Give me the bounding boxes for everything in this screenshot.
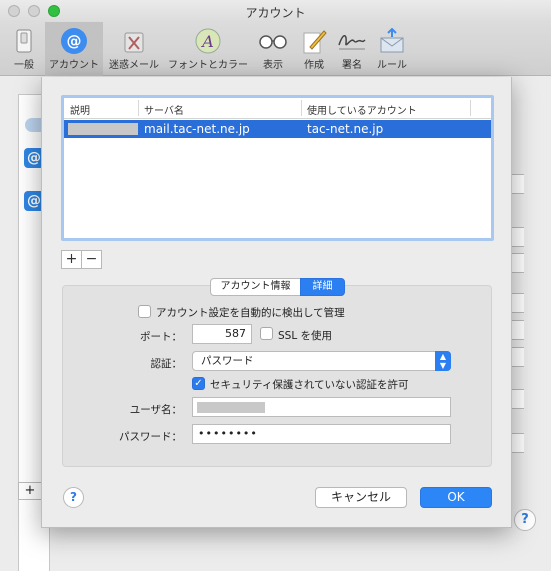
font-icon: A [193,26,223,56]
toolbar-item-fonts-colors[interactable]: A フォントとカラー [166,22,250,76]
column-divider [138,100,139,116]
port-input[interactable]: 587 [192,324,252,344]
description-cell [68,123,138,135]
tab-account-info[interactable]: アカウント情報 [210,278,301,296]
toolbar-item-rules[interactable]: ルール [373,22,411,76]
pencil-icon [299,26,329,56]
authentication-value: パスワード [201,355,254,367]
background-help-button[interactable]: ? [514,509,536,531]
background-field [510,433,524,453]
username-label: ユーザ名： [129,404,182,416]
column-header-account-in-use[interactable]: 使用しているアカウント [307,102,417,117]
svg-text:@: @ [67,32,82,50]
tab-advanced[interactable]: 詳細 [300,278,345,296]
background-field [510,347,524,367]
server-name-cell: mail.tac-net.ne.jp [144,122,250,136]
toolbar-item-general[interactable]: 一般 [5,22,43,76]
glasses-icon [258,26,288,56]
account-cell: tac-net.ne.jp [307,122,384,136]
background-field [510,389,524,409]
at-icon: @ [59,26,89,56]
signature-icon [337,26,367,56]
background-field [510,320,524,340]
chevron-updown-icon: ▲ ▼ [435,351,451,371]
ssl-checkbox[interactable] [260,327,273,340]
background-field [510,253,524,273]
add-server-button[interactable]: + [61,250,82,269]
auto-detect-checkbox[interactable] [138,305,151,318]
column-divider [301,100,302,116]
help-button[interactable]: ? [63,487,84,508]
table-row[interactable]: mail.tac-net.ne.jp tac-net.ne.jp [64,120,491,138]
switch-icon [9,26,39,56]
toolbar-item-composing[interactable]: 作成 [296,22,332,76]
background-field [510,227,524,247]
toolbar-item-accounts[interactable]: @ アカウント [45,22,103,76]
background-field [510,174,524,194]
toolbar-item-signatures[interactable]: 署名 [334,22,370,76]
cancel-button[interactable]: キャンセル [315,487,407,508]
port-label: ポート： [140,331,182,343]
smtp-server-sheet: 説明 サーバ名 使用しているアカウント mail.tac-net.ne.jp t… [41,77,512,528]
trash-icon [119,26,149,56]
insecure-auth-checkbox[interactable]: ✓ [192,377,205,390]
preferences-toolbar: 一般 @ アカウント 迷惑メール A フォントとカラー 表示 作成 署名 ルール [0,22,551,76]
smtp-server-table[interactable]: 説明 サーバ名 使用しているアカウント mail.tac-net.ne.jp t… [61,95,494,241]
username-field[interactable] [192,397,451,417]
authentication-select[interactable]: パスワード ▲ ▼ [192,351,451,371]
toolbar-item-junk-mail[interactable]: 迷惑メール [104,22,164,76]
background-add-button[interactable]: + [18,482,42,500]
ssl-label: SSL を使用 [278,330,333,342]
auto-detect-label: アカウント設定を自動的に検出して管理 [156,307,345,319]
username-value [197,402,265,413]
column-header-server-name[interactable]: サーバ名 [144,102,184,117]
remove-server-button[interactable]: − [81,250,102,269]
authentication-label: 認証： [150,358,183,370]
column-header-description[interactable]: 説明 [70,102,90,117]
table-header: 説明 サーバ名 使用しているアカウント [64,98,491,119]
insecure-auth-label: セキュリティ保護されていない認証を許可 [210,379,409,391]
column-divider [470,100,471,116]
svg-text:A: A [200,32,214,51]
ok-button[interactable]: OK [420,487,492,508]
title-bar: アカウント [0,0,551,22]
window-title: アカウント [245,6,306,20]
password-label: パスワード： [119,431,182,443]
toolbar-item-view[interactable]: 表示 [255,22,291,76]
password-field[interactable]: •••••••• [192,424,451,444]
background-field [510,293,524,313]
envelope-icon [377,26,407,56]
